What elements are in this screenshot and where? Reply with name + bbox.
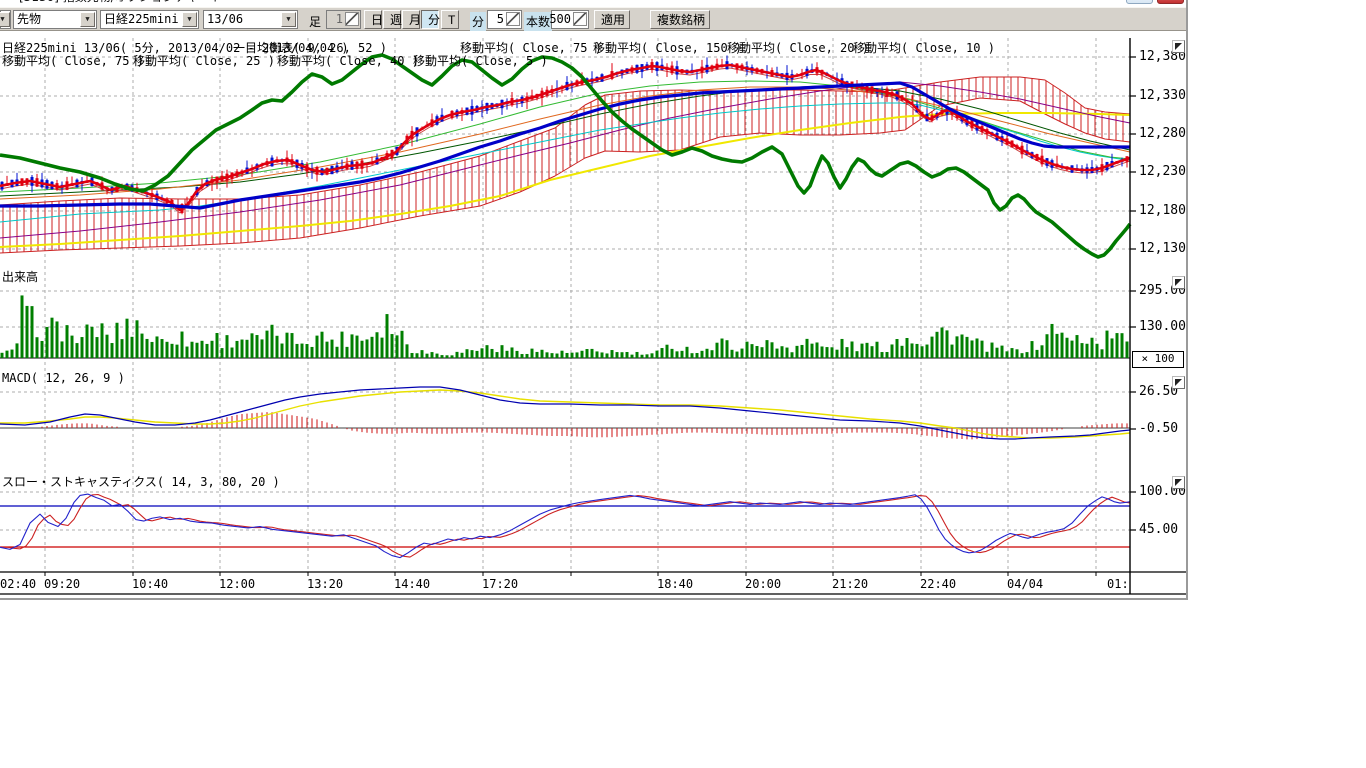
- partial-combo[interactable]: ▼: [0, 10, 11, 29]
- category-select[interactable]: 先物 ▼: [13, 10, 97, 29]
- time-axis-label: 14:40: [394, 577, 430, 591]
- instrument-select[interactable]: 日経225mini ▼: [100, 10, 199, 29]
- panel-scroll-button[interactable]: [1172, 376, 1185, 389]
- apply-button[interactable]: 適用: [594, 10, 630, 29]
- bars-value: 500: [549, 12, 571, 27]
- period-day-button[interactable]: 日: [364, 10, 382, 29]
- bars-stepper[interactable]: 500: [551, 10, 589, 29]
- ashi-label: 足: [309, 13, 321, 30]
- multi-symbol-button[interactable]: 複数銘柄: [650, 10, 710, 29]
- macd-axis-label: -0.50: [1139, 421, 1178, 436]
- legend-item: 移動平均( Close, 20 ): [727, 39, 869, 56]
- bars-label: 本数: [524, 12, 552, 31]
- ashi-stepper[interactable]: 1: [326, 10, 361, 29]
- minute-stepper[interactable]: 5: [487, 10, 522, 29]
- time-axis-label: 22:40: [920, 577, 956, 591]
- time-axis-label: 13:20: [307, 577, 343, 591]
- legend-item: 移動平均( Close, 150 ): [593, 39, 742, 56]
- panel-scroll-button[interactable]: [1172, 40, 1185, 53]
- chevron-down-icon[interactable]: ▼: [281, 12, 296, 27]
- price-axis-label: 12,280: [1139, 126, 1186, 141]
- time-axis-label: 20:00: [745, 577, 781, 591]
- period-month-button[interactable]: 月: [402, 10, 420, 29]
- period-week-button[interactable]: 週: [383, 10, 401, 29]
- spinner-icon[interactable]: [573, 12, 587, 26]
- time-axis-label: 02:40: [0, 577, 36, 591]
- contract-select[interactable]: 13/06 ▼: [203, 10, 298, 29]
- macd-panel-label: MACD( 12, 26, 9 ): [2, 371, 125, 385]
- minute-value: 5: [497, 12, 504, 27]
- spinner-icon[interactable]: [506, 12, 520, 26]
- price-axis-label: 12,180: [1139, 203, 1186, 218]
- chart-window: [5130] 指数先物/オプションチャート ? × ▼ 先物 ▼ 日経225mi…: [0, 0, 1188, 600]
- panel-scroll-button[interactable]: [1172, 276, 1185, 289]
- stoch-panel-label: スロー・ストキャスティクス( 14, 3, 80, 20 ): [2, 473, 280, 490]
- legend-item: 移動平均( Close, 75 ): [2, 52, 144, 69]
- legend-item: 移動平均( Close, 5 ): [413, 52, 548, 69]
- spinner-icon[interactable]: [345, 12, 359, 26]
- titlebar: [5130] 指数先物/オプションチャート ? ×: [0, 0, 1186, 7]
- volume-unit-badge: × 100: [1132, 351, 1184, 368]
- time-axis-label: 21:20: [832, 577, 868, 591]
- price-axis-label: 12,330: [1139, 88, 1186, 103]
- legend-item: 移動平均( Close, 25 ): [133, 52, 275, 69]
- time-axis-label: 17:20: [482, 577, 518, 591]
- help-button[interactable]: ?: [1126, 0, 1153, 4]
- time-axis-label: 10:40: [132, 577, 168, 591]
- time-axis-label: 01:: [1107, 577, 1129, 591]
- period-minute-button[interactable]: 分: [421, 10, 439, 29]
- price-axis-label: 12,230: [1139, 164, 1186, 179]
- legend-item: 移動平均( Close, 10 ): [853, 39, 995, 56]
- panel-scroll-button[interactable]: [1172, 476, 1185, 489]
- chevron-down-icon[interactable]: ▼: [0, 12, 10, 27]
- time-axis-label: 12:00: [219, 577, 255, 591]
- window-title: [5130] 指数先物/オプションチャート: [19, 0, 223, 5]
- time-axis-label: 09:20: [44, 577, 80, 591]
- volume-panel-label: 出来高: [2, 268, 38, 285]
- toolbar: ▼ 先物 ▼ 日経225mini ▼ 13/06 ▼ 足 1 日 週 月 分 T…: [0, 7, 1186, 31]
- chevron-down-icon[interactable]: ▼: [182, 12, 197, 27]
- chart-plot[interactable]: [0, 0, 1188, 600]
- volume-axis-label: 130.00: [1139, 319, 1186, 334]
- category-value: 先物: [17, 12, 41, 27]
- time-axis-label: 04/04: [1007, 577, 1043, 591]
- minute-label: 分: [470, 12, 486, 31]
- stoch-axis-label: 45.00: [1139, 522, 1178, 537]
- instrument-value: 日経225mini: [104, 12, 179, 27]
- legend-item: 移動平均( Close, 40 ): [277, 52, 419, 69]
- chevron-down-icon[interactable]: ▼: [80, 12, 95, 27]
- period-tick-button[interactable]: T: [441, 10, 459, 29]
- contract-value: 13/06: [207, 12, 243, 27]
- ashi-value: 1: [336, 12, 343, 27]
- price-axis-label: 12,130: [1139, 241, 1186, 256]
- close-button[interactable]: ×: [1157, 0, 1184, 4]
- time-axis-label: 18:40: [657, 577, 693, 591]
